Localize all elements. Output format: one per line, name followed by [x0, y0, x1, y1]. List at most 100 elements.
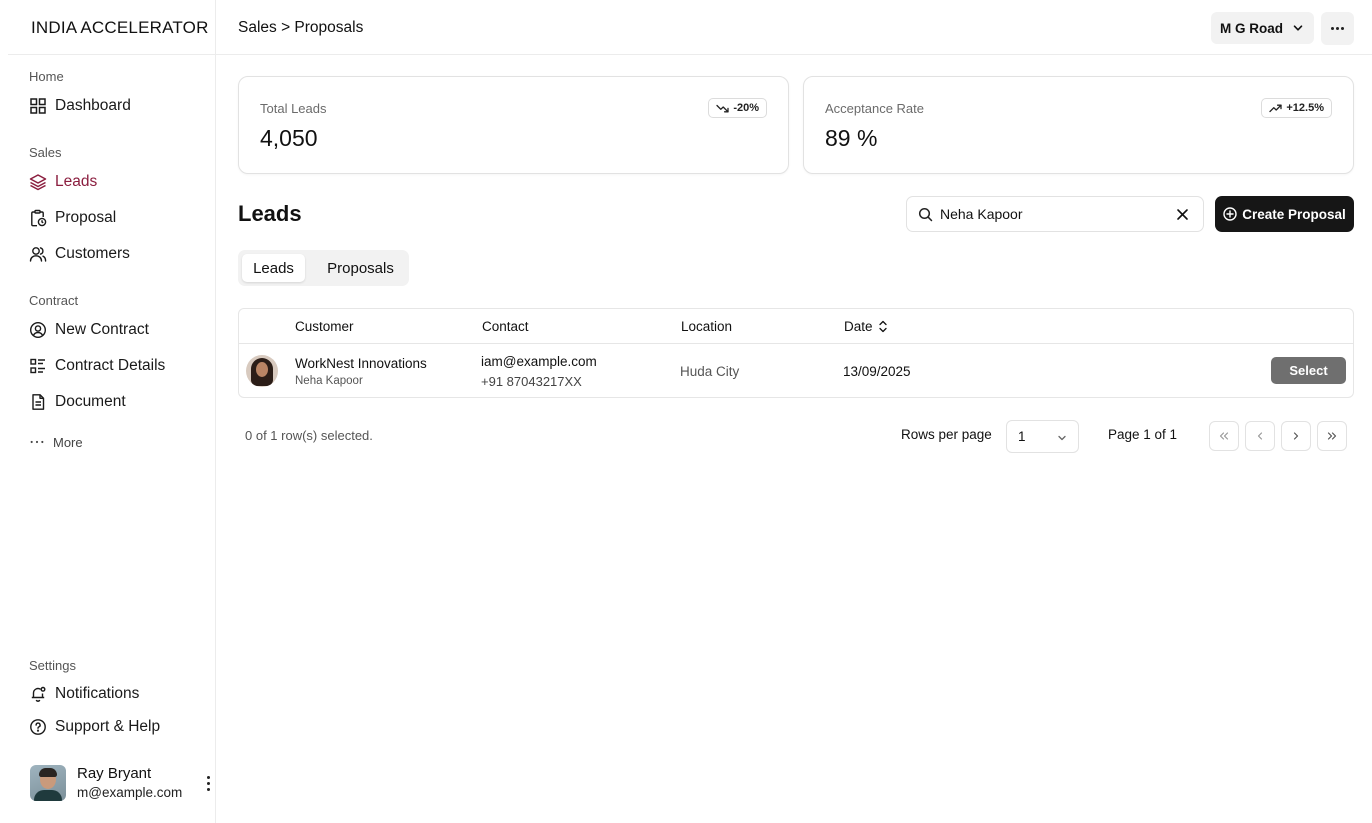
chevron-down-icon — [1058, 435, 1066, 441]
search-icon — [918, 207, 933, 221]
column-header-customer: Customer — [295, 319, 354, 334]
chevron-right-icon — [1293, 432, 1299, 440]
trending-down-icon — [716, 104, 729, 112]
sidebar-item-label: Proposal — [55, 209, 117, 226]
grid-icon — [30, 98, 46, 114]
sidebar-item-label: Support & Help — [55, 718, 161, 735]
contact-email: iam@example.com — [481, 354, 597, 369]
tab-proposals[interactable]: Proposals — [315, 254, 406, 282]
select-button[interactable]: Select — [1271, 357, 1346, 384]
trend-value: -20% — [733, 102, 759, 114]
sidebar-item-support[interactable]: Support & Help — [29, 715, 160, 739]
contact-phone: +91 87043217XX — [481, 374, 582, 389]
next-page-button[interactable] — [1281, 421, 1311, 451]
sidebar-item-label: Dashboard — [55, 97, 131, 114]
sidebar-item-label: Contract Details — [55, 357, 166, 374]
user-profile[interactable]: Ray Bryant m@example.com — [30, 765, 216, 801]
sidebar-item-label: New Contract — [55, 321, 149, 338]
user-email: m@example.com — [77, 784, 183, 800]
stat-value: 89 % — [825, 125, 878, 151]
section-label-sales: Sales — [29, 145, 62, 160]
stat-card-total-leads: Total Leads 4,050 -20% — [238, 76, 789, 174]
file-text-icon — [32, 394, 45, 410]
trend-badge: -20% — [708, 98, 767, 118]
customer-person: Neha Kapoor — [295, 375, 363, 387]
location-value: M G Road — [1220, 20, 1283, 36]
location-cell: Huda City — [680, 364, 740, 379]
sidebar-item-label: More — [53, 434, 83, 450]
search-input[interactable] — [940, 206, 1160, 222]
close-icon[interactable] — [1176, 208, 1189, 221]
table-header: Customer Contact Location Date — [239, 309, 1353, 344]
rows-per-page-select[interactable]: 1 — [1006, 420, 1079, 453]
plus-circle-icon — [1223, 207, 1237, 221]
kebab-menu-icon[interactable] — [200, 773, 216, 793]
location-select[interactable]: M G Road — [1211, 12, 1314, 44]
sidebar-item-dashboard[interactable]: Dashboard — [29, 94, 131, 118]
stat-card-acceptance-rate: Acceptance Rate 89 % +12.5% — [803, 76, 1354, 174]
sidebar-item-more[interactable]: More — [29, 430, 83, 454]
page-indicator: Page 1 of 1 — [1108, 427, 1178, 442]
users-icon — [29, 247, 47, 262]
section-label-settings: Settings — [29, 658, 76, 673]
selection-count: 0 of 1 row(s) selected. — [245, 428, 373, 443]
previous-page-button[interactable] — [1245, 421, 1275, 451]
leads-table: Customer Contact Location Date WorkNest … — [238, 308, 1354, 398]
rows-per-page-label: Rows per page — [901, 427, 992, 442]
sidebar: INDIA ACCELERATOR Home Dashboard Sales L… — [8, 0, 216, 823]
sidebar-item-new-contract[interactable]: New Contract — [29, 318, 149, 342]
breadcrumb: Sales > Proposals — [238, 19, 364, 36]
chevrons-left-icon — [1219, 432, 1229, 440]
column-header-location: Location — [681, 319, 733, 334]
sidebar-item-label: Document — [55, 393, 126, 410]
sidebar-item-label: Leads — [55, 173, 98, 190]
sidebar-item-notifications[interactable]: Notifications — [29, 682, 139, 706]
tab-list: Leads Proposals — [238, 250, 409, 286]
divider — [8, 54, 216, 55]
sidebar-item-customers[interactable]: Customers — [29, 242, 130, 266]
sidebar-item-proposal[interactable]: Proposal — [29, 206, 116, 230]
layers-icon — [29, 174, 47, 191]
user-name: Ray Bryant — [77, 764, 152, 782]
avatar — [30, 765, 66, 801]
stat-label: Total Leads — [260, 101, 327, 116]
ellipsis-icon — [30, 440, 44, 444]
trending-up-icon — [1269, 104, 1283, 112]
customer-company: WorkNest Innovations — [295, 356, 427, 371]
column-header-date[interactable]: Date — [844, 319, 888, 334]
stat-value: 4,050 — [260, 125, 318, 151]
rows-per-page-value: 1 — [1018, 429, 1026, 444]
column-header-contact: Contact — [482, 319, 529, 334]
create-proposal-button[interactable]: Create Proposal — [1215, 196, 1354, 232]
chevrons-right-icon — [1327, 432, 1337, 440]
create-proposal-label: Create Proposal — [1242, 206, 1346, 222]
trend-value: +12.5% — [1286, 102, 1324, 114]
trend-badge: +12.5% — [1261, 98, 1332, 118]
brand-logo: INDIA ACCELERATOR — [31, 18, 209, 37]
table-row[interactable]: WorkNest Innovations Neha Kapoor iam@exa… — [239, 344, 1353, 397]
tab-leads[interactable]: Leads — [242, 254, 305, 282]
last-page-button[interactable] — [1317, 421, 1347, 451]
column-header-date-label: Date — [844, 319, 873, 334]
first-page-button[interactable] — [1209, 421, 1239, 451]
chevron-down-icon — [1293, 25, 1303, 31]
sort-icon — [878, 320, 887, 333]
sidebar-item-contract-details[interactable]: Contract Details — [29, 354, 165, 378]
list-details-icon — [30, 358, 45, 374]
sidebar-item-document[interactable]: Document — [29, 390, 126, 414]
topbar: Sales > Proposals M G Road — [216, 0, 1372, 55]
stat-label: Acceptance Rate — [825, 101, 925, 116]
sidebar-item-leads[interactable]: Leads — [29, 170, 97, 194]
section-label-home: Home — [29, 69, 64, 84]
date-cell: 13/09/2025 — [843, 364, 911, 379]
help-circle-icon — [30, 719, 46, 735]
user-circle-icon — [29, 321, 47, 339]
page-title: Leads — [238, 201, 302, 226]
avatar — [246, 355, 278, 387]
more-options-button[interactable] — [1321, 12, 1354, 45]
clipboard-clock-icon — [31, 209, 47, 227]
bell-icon — [31, 686, 46, 702]
section-label-contract: Contract — [29, 293, 79, 308]
chevron-left-icon — [1257, 432, 1263, 440]
search-box — [906, 196, 1204, 232]
